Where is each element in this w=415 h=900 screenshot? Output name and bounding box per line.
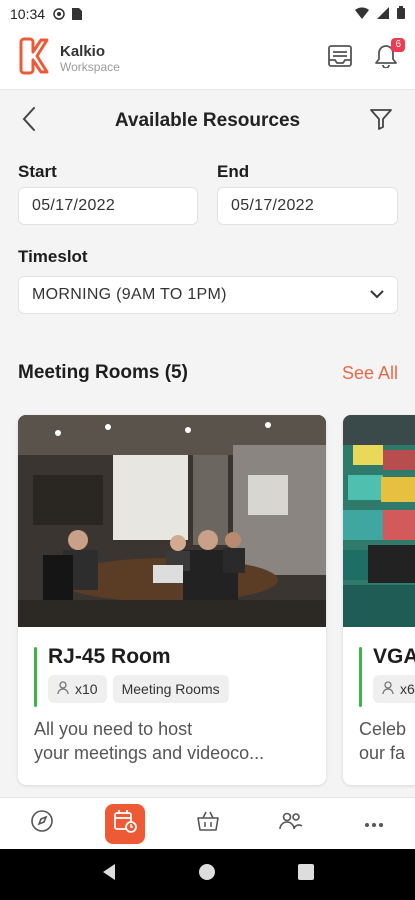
room-description-line: All you need to host	[34, 719, 193, 739]
availability-bar	[34, 647, 37, 707]
room-info: VGA x6 Celeb our fa	[343, 627, 415, 765]
timeslot-select[interactable]: MORNING (9AM TO 1PM)	[18, 276, 398, 314]
person-icon	[57, 681, 69, 697]
availability-bar	[359, 647, 362, 707]
room-name: RJ-45 Room	[48, 645, 171, 668]
room-card[interactable]: VGA x6 Celeb our fa	[343, 415, 415, 785]
end-label: End	[217, 162, 250, 181]
room-photo	[343, 415, 415, 627]
capacity-value: x10	[75, 681, 98, 697]
capacity-chip: x6	[373, 675, 415, 703]
start-label: Start	[18, 162, 57, 181]
room-description-line: your meetings and videoco...	[34, 743, 265, 763]
app-name: Kalkio	[60, 42, 106, 60]
more-icon	[364, 815, 384, 833]
start-date-field[interactable]: 05/17/2022	[18, 187, 198, 225]
capacity-chip: x10	[48, 675, 107, 703]
back-triangle-icon[interactable]	[101, 863, 117, 886]
page-header: Available Resources	[0, 90, 415, 152]
calendar-clock-icon	[112, 808, 138, 839]
room-description: All you need to host your meetings and v…	[34, 717, 310, 765]
nav-bookings[interactable]	[104, 803, 145, 844]
timeslot-value: MORNING (9AM TO 1PM)	[32, 286, 227, 303]
inbox-icon[interactable]	[327, 44, 353, 73]
basket-icon	[196, 810, 220, 837]
compass-icon	[30, 809, 54, 838]
system-nav-bar	[0, 849, 415, 900]
room-description-line: Celeb	[359, 719, 407, 739]
section-title: Meeting Rooms (5)	[18, 362, 188, 383]
notification-badge: 6	[391, 38, 405, 52]
home-circle-icon[interactable]	[198, 863, 216, 886]
brand: Kalkio Workspace	[18, 36, 120, 81]
status-right	[355, 6, 405, 22]
wifi-icon	[355, 6, 369, 22]
room-info: RJ-45 Room x10 Meeting Rooms All you nee…	[18, 627, 326, 765]
people-icon	[278, 811, 303, 836]
room-photo	[18, 415, 326, 627]
bottom-nav	[0, 797, 415, 849]
capacity-value: x6	[400, 681, 415, 697]
page-title: Available Resources	[114, 110, 301, 131]
recents-square-icon[interactable]	[298, 864, 315, 885]
end-date-field[interactable]: 05/17/2022	[217, 187, 398, 225]
chevron-down-icon	[370, 286, 384, 304]
status-time: 10:34	[10, 6, 46, 22]
room-type-chip: Meeting Rooms	[112, 675, 229, 703]
app-subtitle: Workspace	[60, 59, 120, 74]
battery-icon	[397, 6, 405, 22]
notification-bell-button[interactable]: 6	[375, 38, 405, 73]
see-all-link[interactable]: See All	[342, 363, 398, 384]
filter-icon[interactable]	[369, 107, 393, 136]
nav-more[interactable]	[354, 804, 394, 844]
back-chevron-icon[interactable]	[22, 106, 36, 137]
status-bar: 10:34	[0, 0, 415, 28]
nav-shop[interactable]	[188, 804, 228, 844]
timeslot-label: Timeslot	[18, 247, 88, 266]
at-sign-icon	[53, 8, 65, 20]
signal-icon	[377, 6, 389, 22]
room-card[interactable]: RJ-45 Room x10 Meeting Rooms All you nee…	[18, 415, 326, 785]
room-description: Celeb our fa	[359, 717, 407, 765]
nav-community[interactable]	[271, 804, 311, 844]
nav-explore[interactable]	[22, 804, 62, 844]
app-bar: Kalkio Workspace 6	[0, 28, 415, 90]
section-header: Meeting Rooms (5) See All	[18, 362, 398, 384]
room-description-line: our fa	[359, 743, 406, 763]
room-name: VGA	[373, 645, 415, 668]
sim-card-icon	[71, 8, 83, 20]
person-icon	[382, 681, 394, 697]
kalkio-logo-icon	[18, 36, 50, 81]
